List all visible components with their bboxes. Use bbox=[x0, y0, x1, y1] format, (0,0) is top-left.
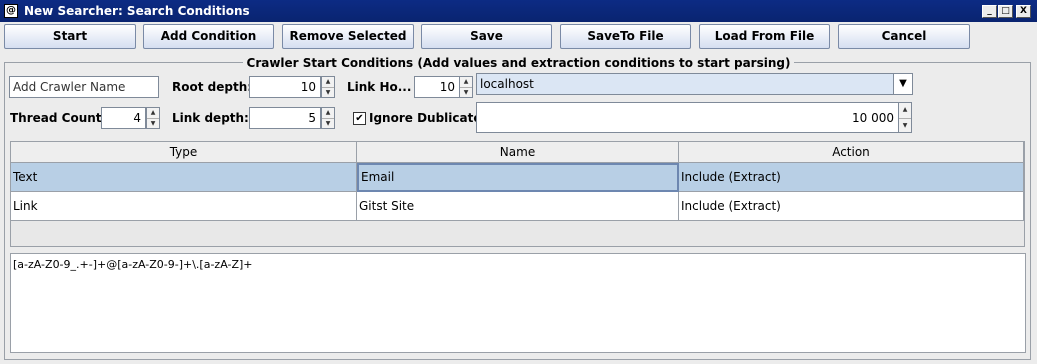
save-button[interactable]: Save bbox=[421, 24, 552, 49]
action-cell[interactable]: Include (Extract) bbox=[679, 163, 1024, 192]
expression-textarea[interactable]: [a-zA-Z0-9_.+-]+@[a-zA-Z0-9-]+\.[a-zA-Z]… bbox=[10, 253, 1026, 353]
spin-down-icon[interactable]: ▼ bbox=[460, 87, 472, 97]
table-row[interactable]: Link Gitst Site Include (Extract) bbox=[11, 192, 1024, 221]
add-condition-button[interactable]: Add Condition bbox=[143, 24, 274, 49]
spin-up-icon[interactable]: ▲ bbox=[322, 77, 334, 87]
spin-up-icon[interactable]: ▲ bbox=[460, 77, 472, 87]
group-title: Crawler Start Conditions (Add values and… bbox=[0, 56, 1037, 70]
link-depth-label: Link depth: bbox=[172, 111, 249, 125]
thread-count-label: Thread Count: bbox=[10, 111, 107, 125]
link-hosts-field[interactable]: 10 bbox=[414, 76, 460, 98]
root-depth-label: Root depth: bbox=[172, 80, 253, 94]
column-header-type[interactable]: Type bbox=[11, 142, 357, 163]
remove-selected-button[interactable]: Remove Selected bbox=[282, 24, 414, 49]
link-hosts-label: Link Ho... bbox=[347, 80, 412, 94]
type-cell[interactable]: Text bbox=[11, 163, 357, 192]
name-cell[interactable]: Email bbox=[357, 163, 679, 192]
limit-field[interactable]: 10 000 bbox=[476, 102, 899, 133]
app-icon: @ bbox=[4, 4, 18, 18]
spin-down-icon[interactable]: ▼ bbox=[147, 118, 159, 128]
spin-up-icon[interactable]: ▲ bbox=[322, 108, 334, 118]
root-depth-stepper[interactable]: ▲ ▼ bbox=[321, 76, 335, 98]
save-to-file-button[interactable]: SaveTo File bbox=[560, 24, 691, 49]
minimize-button[interactable]: _ bbox=[982, 5, 997, 18]
name-cell[interactable]: Gitst Site bbox=[357, 192, 679, 221]
link-depth-field[interactable]: 5 bbox=[249, 107, 321, 129]
window-title: New Searcher: Search Conditions bbox=[24, 4, 250, 18]
spin-up-icon[interactable]: ▲ bbox=[899, 103, 911, 118]
spin-down-icon[interactable]: ▼ bbox=[322, 118, 334, 128]
conditions-table: Type Name Action Text Email Include (Ext… bbox=[10, 141, 1025, 247]
column-header-name[interactable]: Name bbox=[357, 142, 679, 163]
link-hosts-stepper[interactable]: ▲ ▼ bbox=[459, 76, 473, 98]
start-button[interactable]: Start bbox=[4, 24, 136, 49]
maximize-button[interactable]: □ bbox=[998, 5, 1013, 18]
load-from-file-button[interactable]: Load From File bbox=[699, 24, 830, 49]
root-depth-field[interactable]: 10 bbox=[249, 76, 321, 98]
title-bar: @ New Searcher: Search Conditions _ □ X bbox=[0, 0, 1037, 22]
spin-down-icon[interactable]: ▼ bbox=[899, 117, 911, 133]
chevron-down-icon[interactable]: ▼ bbox=[893, 73, 913, 95]
thread-count-stepper[interactable]: ▲ ▼ bbox=[146, 107, 160, 129]
crawler-name-field[interactable]: Add Crawler Name bbox=[9, 76, 159, 98]
cancel-button[interactable]: Cancel bbox=[838, 24, 970, 49]
table-row[interactable]: Text Email Include (Extract) bbox=[11, 163, 1024, 192]
type-cell[interactable]: Link bbox=[11, 192, 357, 221]
spin-down-icon[interactable]: ▼ bbox=[322, 87, 334, 97]
column-header-action[interactable]: Action bbox=[679, 142, 1024, 163]
action-cell[interactable]: Include (Extract) bbox=[679, 192, 1024, 221]
link-depth-stepper[interactable]: ▲ ▼ bbox=[321, 107, 335, 129]
ignore-duplicates-label: Ignore Dublicates bbox=[369, 111, 489, 125]
ignore-duplicates-checkbox[interactable]: ✔ bbox=[353, 112, 366, 125]
close-button[interactable]: X bbox=[1016, 5, 1031, 18]
limit-stepper[interactable]: ▲ ▼ bbox=[898, 102, 912, 133]
spin-up-icon[interactable]: ▲ bbox=[147, 108, 159, 118]
thread-count-field[interactable]: 4 bbox=[101, 107, 146, 129]
host-combo[interactable]: localhost bbox=[476, 73, 894, 95]
